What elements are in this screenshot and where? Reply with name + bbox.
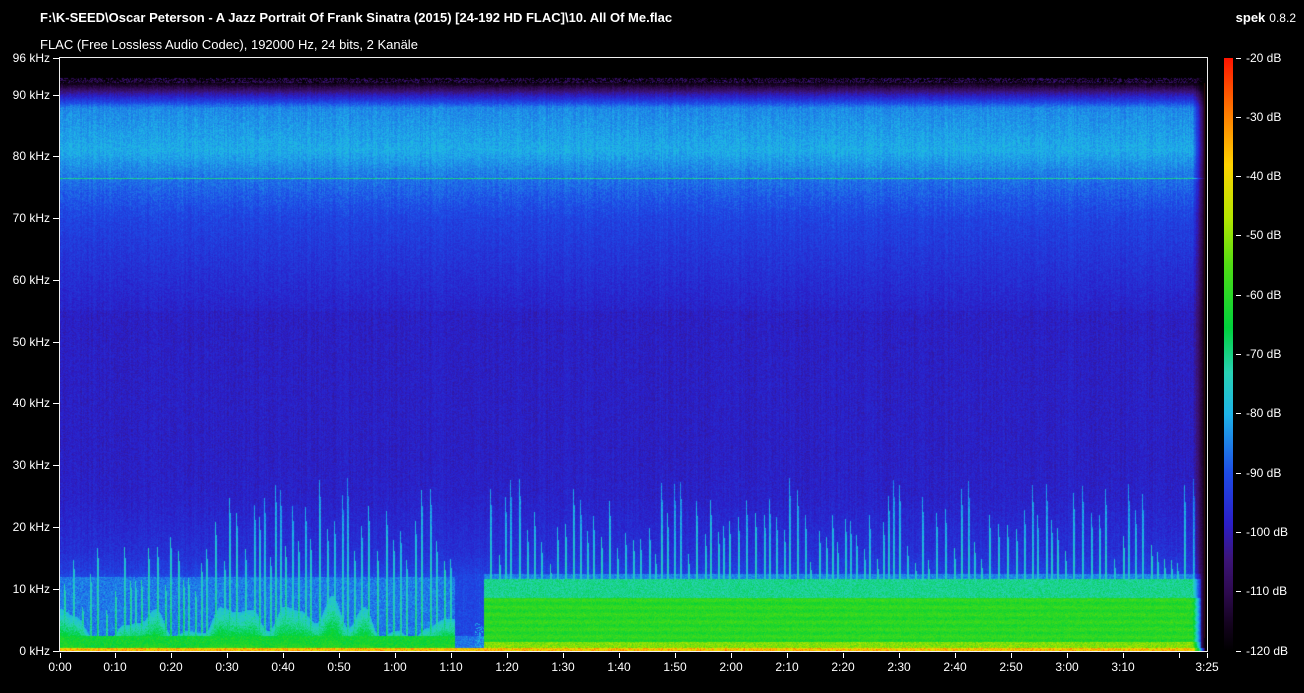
time-tick (563, 653, 564, 658)
db-tick (1236, 176, 1241, 177)
db-tick (1236, 117, 1241, 118)
time-tick-label: 0:40 (258, 660, 308, 674)
time-tick (675, 653, 676, 658)
time-tick (1011, 653, 1012, 658)
freq-tick (53, 403, 59, 404)
app-name: spek (1236, 10, 1266, 25)
time-tick-label: 0:20 (146, 660, 196, 674)
time-tick-label: 2:20 (818, 660, 868, 674)
time-tick (171, 653, 172, 658)
codec-info: FLAC (Free Lossless Audio Codec), 192000… (40, 37, 418, 52)
freq-tick-label: 0 kHz (0, 644, 50, 658)
db-colorbar (1224, 58, 1233, 651)
freq-tick-label: 50 kHz (0, 335, 50, 349)
time-tick (1123, 653, 1124, 658)
freq-tick-label: 80 kHz (0, 149, 50, 163)
db-tick-label: -20 dB (1246, 51, 1281, 65)
freq-tick-label: 20 kHz (0, 520, 50, 534)
time-tick (955, 653, 956, 658)
freq-tick-label: 70 kHz (0, 211, 50, 225)
db-tick (1236, 295, 1241, 296)
time-tick-label: 2:30 (874, 660, 924, 674)
time-tick-label: 3:00 (1042, 660, 1092, 674)
time-tick-label: 1:40 (594, 660, 644, 674)
time-tick (227, 653, 228, 658)
db-tick-label: -70 dB (1246, 347, 1281, 361)
freq-tick (53, 280, 59, 281)
app-version: 0.8.2 (1269, 11, 1296, 25)
time-tick-label: 2:50 (986, 660, 1036, 674)
time-tick (395, 653, 396, 658)
time-tick-label: 2:40 (930, 660, 980, 674)
freq-tick (53, 465, 59, 466)
time-tick (507, 653, 508, 658)
app-brand: spek0.8.2 (1236, 10, 1296, 25)
time-tick (787, 653, 788, 658)
time-tick (115, 653, 116, 658)
db-tick-label: -80 dB (1246, 406, 1281, 420)
time-tick-label: 3:25 (1182, 660, 1232, 674)
time-tick-label: 1:10 (426, 660, 476, 674)
freq-tick (53, 589, 59, 590)
db-tick (1236, 413, 1241, 414)
time-tick-label: 1:30 (538, 660, 588, 674)
time-tick-label: 1:20 (482, 660, 532, 674)
db-tick (1236, 473, 1241, 474)
time-tick-label: 2:00 (706, 660, 756, 674)
time-tick-label: 1:50 (650, 660, 700, 674)
time-tick (283, 653, 284, 658)
freq-tick (53, 527, 59, 528)
freq-tick (53, 95, 59, 96)
db-tick-label: -120 dB (1246, 644, 1288, 658)
db-tick-label: -40 dB (1246, 169, 1281, 183)
freq-tick (53, 58, 59, 59)
time-tick (451, 653, 452, 658)
freq-tick-label: 96 kHz (0, 51, 50, 65)
freq-tick-label: 40 kHz (0, 396, 50, 410)
db-tick (1236, 591, 1241, 592)
spectrogram-canvas (60, 58, 1207, 651)
freq-tick (53, 156, 59, 157)
time-tick-label: 2:10 (762, 660, 812, 674)
db-tick (1236, 354, 1241, 355)
time-tick (1179, 653, 1180, 658)
time-tick (899, 653, 900, 658)
freq-tick (53, 218, 59, 219)
freq-tick-label: 10 kHz (0, 582, 50, 596)
time-tick-label: 1:00 (370, 660, 420, 674)
db-tick-label: -110 dB (1246, 584, 1287, 598)
time-tick-label: 0:50 (314, 660, 364, 674)
time-tick (731, 653, 732, 658)
time-tick (843, 653, 844, 658)
time-tick-label: 3:10 (1098, 660, 1148, 674)
time-tick (619, 653, 620, 658)
time-tick (1067, 653, 1068, 658)
freq-tick-label: 60 kHz (0, 273, 50, 287)
time-tick-label: 0:00 (35, 660, 85, 674)
file-path-title: F:\K-SEED\Oscar Peterson - A Jazz Portra… (40, 10, 672, 25)
db-tick-label: -90 dB (1246, 466, 1281, 480)
db-tick-label: -50 dB (1246, 228, 1281, 242)
db-tick-label: -60 dB (1246, 288, 1281, 302)
db-tick-label: -100 dB (1246, 525, 1288, 539)
freq-tick-label: 90 kHz (0, 88, 50, 102)
freq-tick (53, 342, 59, 343)
db-tick (1236, 532, 1241, 533)
time-tick (339, 653, 340, 658)
db-tick (1236, 58, 1241, 59)
time-tick-label: 0:30 (202, 660, 252, 674)
spek-window: F:\K-SEED\Oscar Peterson - A Jazz Portra… (0, 0, 1304, 693)
db-tick (1236, 235, 1241, 236)
db-tick (1236, 651, 1241, 652)
db-tick-label: -30 dB (1246, 110, 1281, 124)
time-tick (1207, 653, 1208, 658)
time-tick (60, 653, 61, 658)
freq-tick-label: 30 kHz (0, 458, 50, 472)
time-tick-label: 0:10 (90, 660, 140, 674)
freq-tick (53, 651, 59, 652)
